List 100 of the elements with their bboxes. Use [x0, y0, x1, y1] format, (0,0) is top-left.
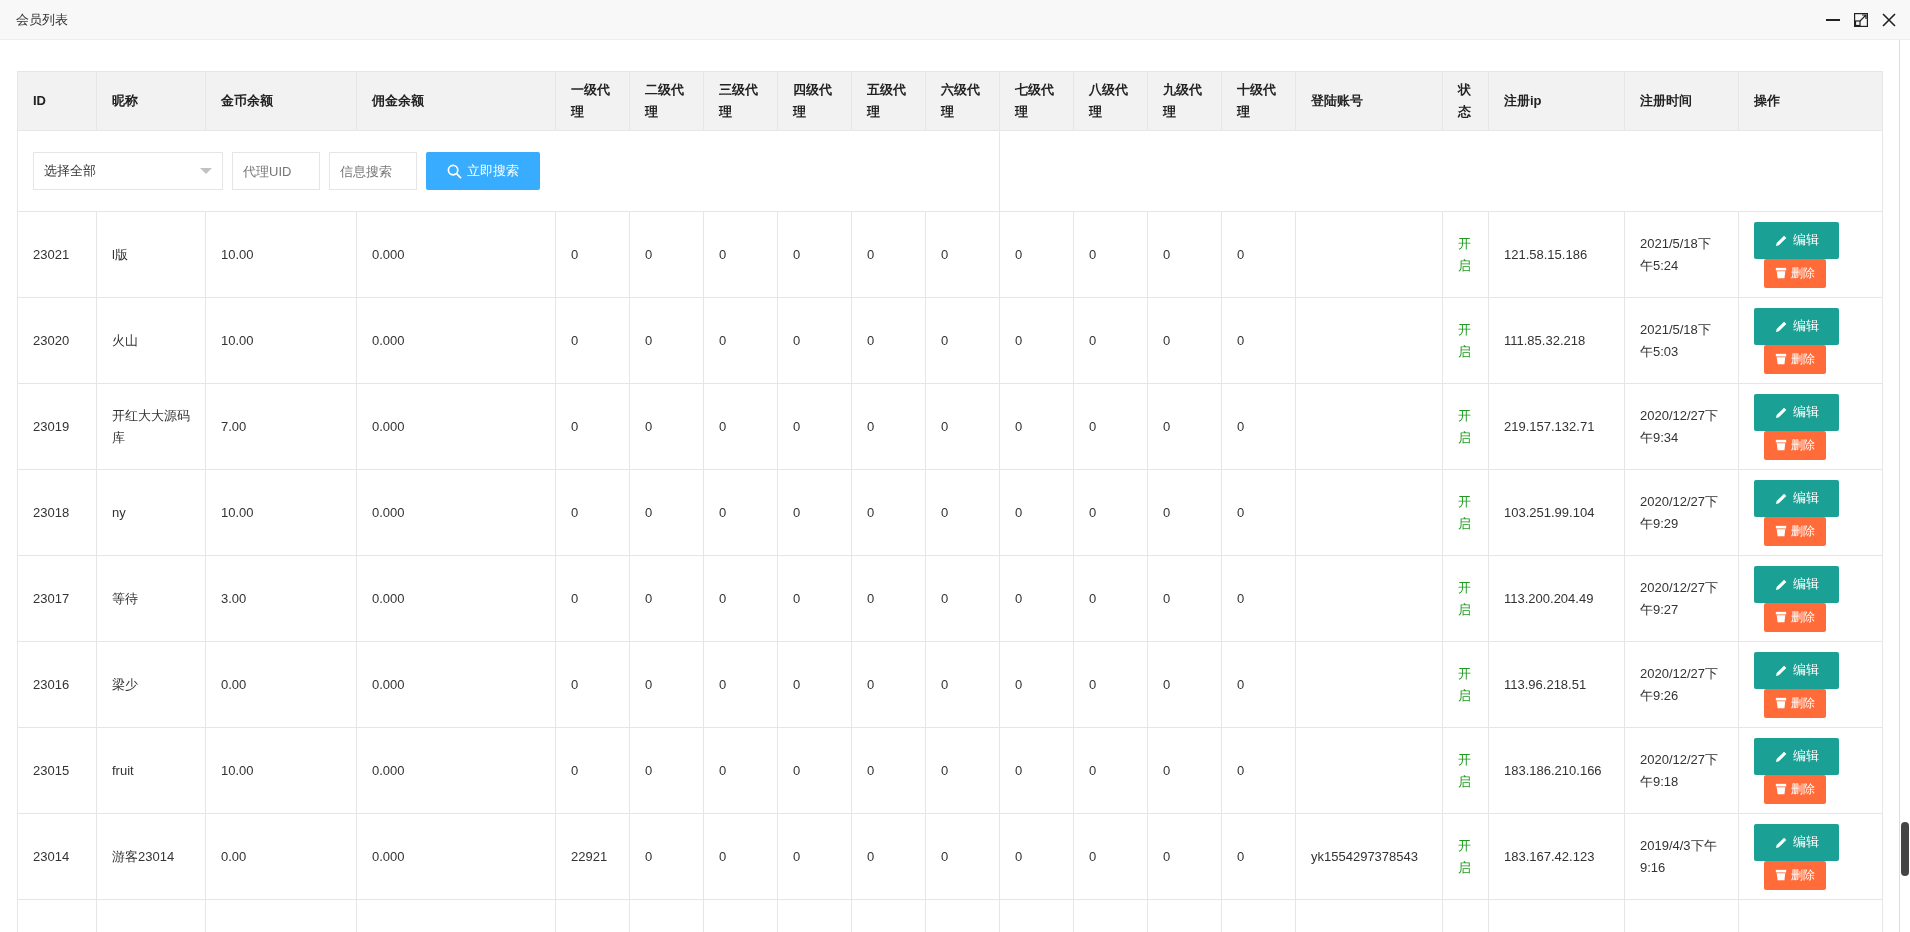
column-header: 六级代理: [925, 71, 1000, 131]
table-cell: 0: [629, 383, 704, 470]
pencil-icon: [1774, 577, 1788, 591]
table-cell: 0: [925, 727, 1000, 814]
status-text: 开启: [1458, 578, 1472, 619]
table-cell: 0: [925, 813, 1000, 900]
edit-button[interactable]: 编辑: [1754, 651, 1839, 689]
table-cell: fruit: [96, 727, 206, 814]
status-text: 开启: [1458, 492, 1472, 533]
info-search-field[interactable]: 信息搜索: [329, 152, 417, 190]
table-cell: 23017: [17, 555, 97, 642]
delete-button[interactable]: 删除: [1764, 430, 1826, 460]
table-cell: 0: [851, 555, 926, 642]
table-cell: 0: [1221, 813, 1296, 900]
table-cell: 23018: [17, 469, 97, 556]
table-cell: 0: [777, 383, 852, 470]
edit-button[interactable]: 编辑: [1754, 565, 1839, 603]
table-cell: 0: [1073, 641, 1148, 728]
table-cell: 23016: [17, 641, 97, 728]
table-cell: 0: [1073, 297, 1148, 384]
table-cell: 0: [1221, 383, 1296, 470]
table-cell: 0: [629, 211, 704, 298]
scrollbar-thumb[interactable]: [1901, 822, 1909, 876]
table-cell: 2019/4/3下午9:16: [1624, 813, 1739, 900]
edit-button[interactable]: 编辑: [1754, 823, 1839, 861]
delete-button[interactable]: 删除: [1764, 688, 1826, 718]
column-header: 二级代理: [629, 71, 704, 131]
column-header: 三级代理: [703, 71, 778, 131]
table-cell: 0: [999, 727, 1074, 814]
table-cell: 0: [1073, 469, 1148, 556]
table-cell: 0: [851, 641, 926, 728]
table-cell: 0: [703, 469, 778, 556]
table-cell: 0: [851, 297, 926, 384]
column-header: 登陆账号: [1295, 71, 1443, 131]
table-cell: 0: [925, 383, 1000, 470]
table-cell: 2020/12/27下午9:26: [1624, 641, 1739, 728]
column-header: 一级代理: [555, 71, 630, 131]
column-header: 八级代理: [1073, 71, 1148, 131]
edit-button[interactable]: 编辑: [1754, 479, 1839, 517]
table-cell: 0: [1147, 555, 1222, 642]
pencil-icon: [1774, 405, 1788, 419]
edit-button[interactable]: 编辑: [1754, 221, 1839, 259]
trash-icon: [1775, 353, 1787, 365]
table-cell: 0: [703, 211, 778, 298]
table-cell: 121.58.15.186: [1488, 211, 1625, 298]
delete-button[interactable]: 删除: [1764, 258, 1826, 288]
table-cell: 0: [851, 211, 926, 298]
table-cell: 0.000: [356, 297, 556, 384]
table-cell: 0: [1147, 727, 1222, 814]
table-cell: 0: [925, 297, 1000, 384]
delete-button[interactable]: 删除: [1764, 602, 1826, 632]
table-cell: 0.000: [356, 641, 556, 728]
table-cell: 111.85.32.218: [1488, 297, 1625, 384]
type-select[interactable]: 选择全部: [33, 152, 223, 190]
edit-button[interactable]: 编辑: [1754, 737, 1839, 775]
column-header: 状态: [1442, 71, 1489, 131]
delete-button[interactable]: 删除: [1764, 516, 1826, 546]
table-cell: 23019: [17, 383, 97, 470]
table-cell: 游客23014: [96, 813, 206, 900]
trash-icon: [1775, 525, 1787, 537]
table-cell: 0: [1221, 727, 1296, 814]
agent-uid-field[interactable]: 代理UID: [232, 152, 320, 190]
table-cell: 0: [777, 813, 852, 900]
table-cell: 0: [629, 469, 704, 556]
trash-icon: [1775, 783, 1787, 795]
trash-icon: [1775, 869, 1787, 881]
table-cell: 0: [1073, 383, 1148, 470]
table-cell: 0: [555, 383, 630, 470]
table-cell: 0: [1147, 211, 1222, 298]
table-cell: l版: [96, 211, 206, 298]
edit-button[interactable]: 编辑: [1754, 393, 1839, 431]
table-cell: 2020/12/27下午9:34: [1624, 383, 1739, 470]
table-cell: 0: [703, 383, 778, 470]
table-cell: 0.00: [205, 641, 357, 728]
table-cell: ny: [96, 469, 206, 556]
maximize-icon[interactable]: [1854, 12, 1868, 27]
close-icon[interactable]: [1882, 12, 1896, 27]
table-cell: 0: [1073, 727, 1148, 814]
table-cell: 23020: [17, 297, 97, 384]
table-cell: 219.157.132.71: [1488, 383, 1625, 470]
delete-button[interactable]: 删除: [1764, 860, 1826, 890]
column-header: 四级代理: [777, 71, 852, 131]
table-cell: 0: [555, 469, 630, 556]
table-cell: 0: [1221, 469, 1296, 556]
table-cell: 0: [925, 555, 1000, 642]
table-cell: 2021/5/18下午5:24: [1624, 211, 1739, 298]
column-header: 昵称: [96, 71, 206, 131]
table-cell: 开红大大源码库: [96, 383, 206, 470]
status-text: 开启: [1458, 750, 1472, 791]
edit-button[interactable]: 编辑: [1754, 307, 1839, 345]
table-cell: 0: [1221, 555, 1296, 642]
table-cell: 23014: [17, 813, 97, 900]
table-cell: 10.00: [205, 727, 357, 814]
table-cell: 0: [703, 727, 778, 814]
table-cell: 0.00: [205, 813, 357, 900]
table-cell: 0: [629, 727, 704, 814]
delete-button[interactable]: 删除: [1764, 774, 1826, 804]
search-button[interactable]: 立即搜索: [426, 152, 540, 190]
table-cell: 22921: [555, 813, 630, 900]
delete-button[interactable]: 删除: [1764, 344, 1826, 374]
